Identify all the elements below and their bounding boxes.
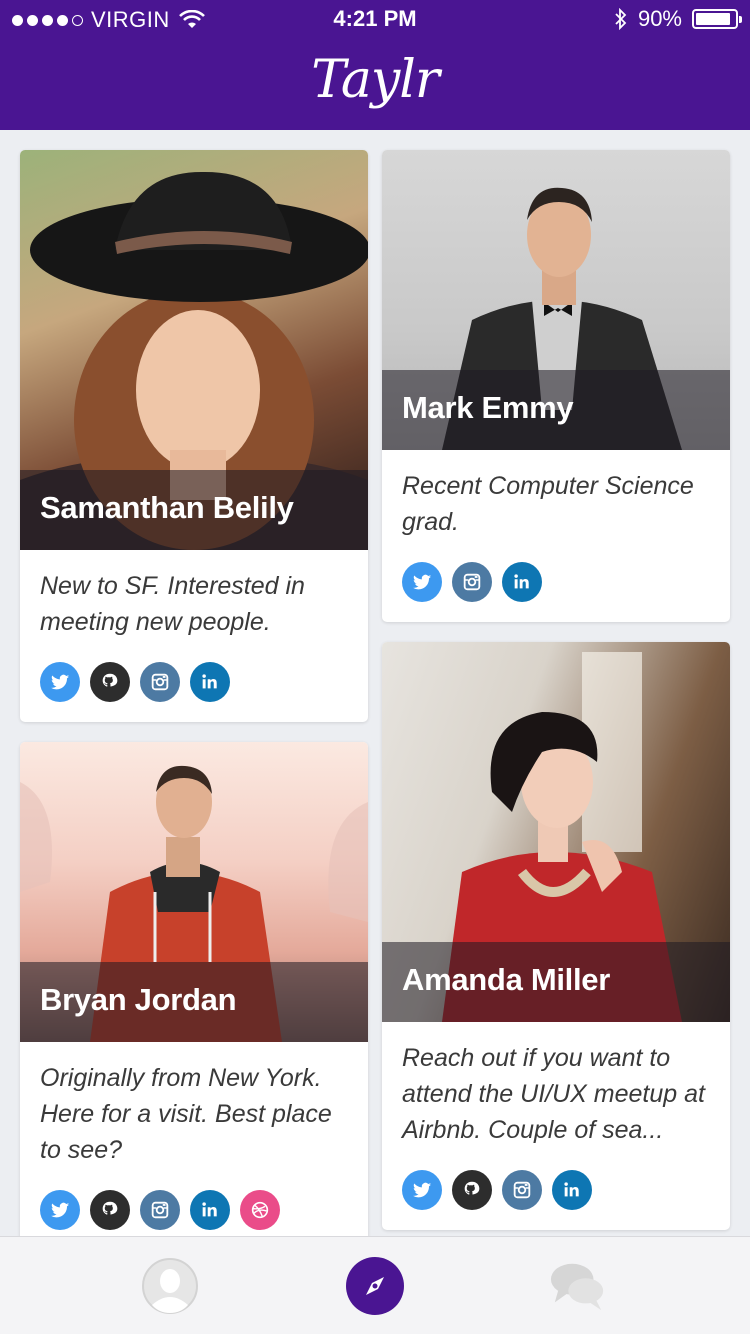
twitter-icon [49, 1199, 71, 1221]
status-right: 90% [614, 6, 742, 32]
instagram-icon [511, 1179, 533, 1201]
profile-photo: Amanda Miller [382, 642, 730, 1022]
linkedin-link[interactable] [190, 662, 230, 702]
linkedin-icon [511, 571, 533, 593]
profile-icon [142, 1258, 198, 1314]
app-logo: Taylr [311, 50, 440, 110]
instagram-link[interactable] [502, 1170, 542, 1210]
tab-profile[interactable] [141, 1257, 199, 1315]
social-links [20, 662, 230, 702]
battery-icon [692, 9, 742, 29]
instagram-icon [149, 1199, 171, 1221]
twitter-icon [49, 671, 71, 693]
github-link[interactable] [90, 1190, 130, 1230]
profile-name: Samanthan Belily [20, 470, 368, 550]
linkedin-icon [199, 1199, 221, 1221]
linkedin-link[interactable] [502, 562, 542, 602]
profile-photo: Samanthan Belily [20, 150, 368, 550]
tab-messages[interactable] [549, 1257, 607, 1315]
instagram-link[interactable] [140, 1190, 180, 1230]
twitter-link[interactable] [40, 1190, 80, 1230]
instagram-icon [461, 571, 483, 593]
app-header: Taylr [0, 38, 750, 130]
dribbble-link[interactable] [240, 1190, 280, 1230]
chat-bubbles-icon [550, 1263, 604, 1311]
profile-card[interactable]: Bryan Jordan Originally from New York. H… [20, 742, 368, 1262]
profile-bio: Reach out if you want to attend the UI/U… [402, 1044, 705, 1144]
linkedin-link[interactable] [552, 1170, 592, 1210]
instagram-icon [149, 671, 171, 693]
instagram-link[interactable] [140, 662, 180, 702]
compass-icon [366, 1277, 384, 1295]
profile-card[interactable]: Mark Emmy Recent Computer Science grad. [382, 150, 730, 622]
profile-card[interactable]: Amanda Miller Reach out if you want to a… [382, 642, 730, 1230]
social-links [20, 1190, 280, 1230]
tab-bar [0, 1236, 750, 1334]
status-bar: VIRGIN 4:21 PM 90% [0, 0, 750, 38]
profile-photo: Bryan Jordan [20, 742, 368, 1042]
linkedin-icon [199, 671, 221, 693]
profile-bio: Recent Computer Science grad. [402, 472, 694, 536]
github-icon [99, 1199, 121, 1221]
twitter-icon [411, 1179, 433, 1201]
battery-percent: 90% [637, 6, 682, 31]
bluetooth-icon [615, 8, 627, 30]
tab-explore[interactable] [346, 1257, 404, 1315]
github-link[interactable] [90, 662, 130, 702]
profile-name: Amanda Miller [382, 942, 730, 1022]
twitter-icon [411, 571, 433, 593]
profile-bio: Originally from New York. Here for a vis… [40, 1064, 332, 1164]
linkedin-icon [561, 1179, 583, 1201]
twitter-link[interactable] [402, 1170, 442, 1210]
social-links [382, 1170, 592, 1210]
github-link[interactable] [452, 1170, 492, 1210]
profile-name: Mark Emmy [382, 370, 730, 450]
profile-card[interactable]: Samanthan Belily New to SF. Interested i… [20, 150, 368, 722]
dribbble-icon [249, 1199, 271, 1221]
instagram-link[interactable] [452, 562, 492, 602]
profile-name: Bryan Jordan [20, 962, 368, 1042]
github-icon [461, 1179, 483, 1201]
twitter-link[interactable] [40, 662, 80, 702]
social-links [382, 562, 542, 602]
twitter-link[interactable] [402, 562, 442, 602]
github-icon [99, 671, 121, 693]
profile-bio: New to SF. Interested in meeting new peo… [40, 572, 305, 636]
linkedin-link[interactable] [190, 1190, 230, 1230]
profile-photo: Mark Emmy [382, 150, 730, 450]
